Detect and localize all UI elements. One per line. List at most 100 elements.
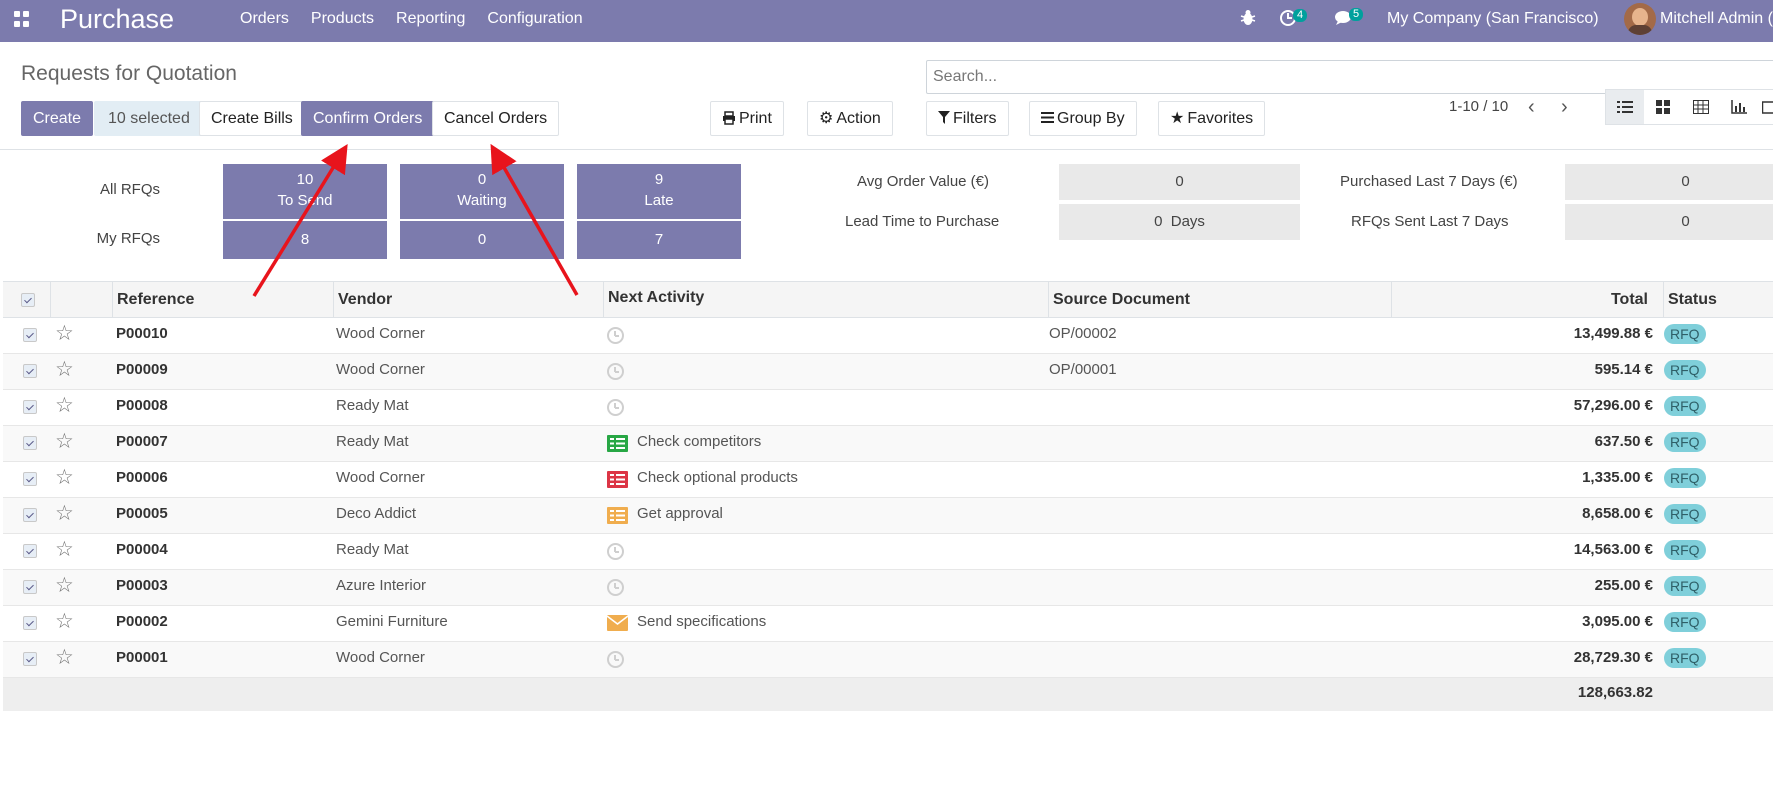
row-checkbox[interactable] bbox=[23, 652, 37, 666]
row-activity[interactable]: Send specifications bbox=[637, 606, 766, 638]
pivot-view-icon[interactable] bbox=[1682, 90, 1720, 124]
user-menu[interactable]: Mitchell Admin (d bbox=[1660, 0, 1773, 42]
group-by-button[interactable]: Group By bbox=[1029, 101, 1137, 136]
header-status[interactable]: Status bbox=[1663, 282, 1773, 318]
tile-my-late[interactable]: 7 bbox=[577, 221, 741, 259]
row-checkbox[interactable] bbox=[23, 580, 37, 594]
menu-products[interactable]: Products bbox=[311, 0, 374, 42]
clock-icon[interactable] bbox=[607, 363, 624, 380]
priority-star-icon[interactable]: ☆ bbox=[55, 430, 74, 454]
tile-late[interactable]: 9 Late bbox=[577, 164, 741, 219]
row-checkbox[interactable] bbox=[23, 436, 37, 450]
clock-icon[interactable] bbox=[607, 543, 624, 560]
priority-star-icon[interactable]: ☆ bbox=[55, 574, 74, 598]
row-reference: P00006 bbox=[116, 469, 168, 486]
tile-to-send[interactable]: 10 To Send bbox=[223, 164, 387, 219]
apps-menu-icon[interactable] bbox=[14, 11, 30, 27]
row-total: 3,095.00 € bbox=[1582, 613, 1653, 630]
header-reference[interactable]: Reference bbox=[112, 282, 334, 318]
table-row[interactable]: ☆ P00002 Gemini Furniture Send specifica… bbox=[3, 606, 1773, 642]
row-vendor: Deco Addict bbox=[336, 505, 417, 522]
print-button[interactable]: Print bbox=[710, 101, 784, 136]
status-badge: RFQ bbox=[1664, 612, 1706, 632]
pager-value[interactable]: 1-10 / 10 bbox=[1449, 98, 1508, 115]
user-avatar[interactable] bbox=[1624, 3, 1656, 35]
row-activity[interactable]: Get approval bbox=[637, 498, 723, 530]
row-checkbox[interactable] bbox=[23, 472, 37, 486]
priority-star-icon[interactable]: ☆ bbox=[55, 466, 74, 490]
filters-button[interactable]: Filters bbox=[926, 101, 1009, 136]
table-row[interactable]: ☆ P00009 Wood Corner OP/00001 595.14 € R… bbox=[3, 354, 1773, 390]
tasks-icon[interactable] bbox=[607, 471, 628, 488]
row-activity[interactable]: Check competitors bbox=[637, 426, 761, 458]
menu-orders[interactable]: Orders bbox=[240, 0, 289, 42]
table-row[interactable]: ☆ P00005 Deco Addict Get approval 8,658.… bbox=[3, 498, 1773, 534]
menu-reporting[interactable]: Reporting bbox=[396, 0, 465, 42]
kanban-view-icon[interactable] bbox=[1644, 90, 1682, 124]
tile-waiting[interactable]: 0 Waiting bbox=[400, 164, 564, 219]
row-checkbox[interactable] bbox=[23, 508, 37, 522]
status-badge: RFQ bbox=[1664, 648, 1706, 668]
priority-star-icon[interactable]: ☆ bbox=[55, 610, 74, 634]
table-row[interactable]: ☆ P00010 Wood Corner OP/00002 13,499.88 … bbox=[3, 318, 1773, 354]
row-checkbox[interactable] bbox=[23, 616, 37, 630]
tile-my-to-send[interactable]: 8 bbox=[223, 221, 387, 259]
favorites-button[interactable]: ★ Favorites bbox=[1158, 101, 1266, 136]
priority-star-icon[interactable]: ☆ bbox=[55, 322, 74, 346]
priority-star-icon[interactable]: ☆ bbox=[55, 358, 74, 382]
select-all-checkbox[interactable] bbox=[21, 293, 35, 307]
pager-next-icon[interactable]: › bbox=[1561, 96, 1568, 119]
priority-star-icon[interactable]: ☆ bbox=[55, 502, 74, 526]
clock-icon[interactable] bbox=[607, 651, 624, 668]
clock-icon[interactable] bbox=[607, 399, 624, 416]
star-icon: ★ bbox=[1170, 110, 1185, 127]
row-checkbox[interactable] bbox=[23, 328, 37, 342]
row-reference: P00008 bbox=[116, 397, 168, 414]
priority-star-icon[interactable]: ☆ bbox=[55, 538, 74, 562]
all-rfqs-label: All RFQs bbox=[100, 181, 160, 198]
tasks-icon[interactable] bbox=[607, 435, 628, 452]
clock-icon[interactable] bbox=[607, 327, 624, 344]
row-checkbox[interactable] bbox=[23, 400, 37, 414]
clock-icon[interactable] bbox=[607, 579, 624, 596]
create-button[interactable]: Create bbox=[21, 101, 94, 136]
priority-star-icon[interactable]: ☆ bbox=[55, 646, 74, 670]
action-button[interactable]: ⚙ Action bbox=[807, 101, 893, 136]
row-activity[interactable]: Check optional products bbox=[637, 462, 798, 494]
table-row[interactable]: ☆ P00008 Ready Mat 57,296.00 € RFQ bbox=[3, 390, 1773, 426]
header-total[interactable]: Total bbox=[1391, 282, 1664, 318]
app-name[interactable]: Purchase bbox=[60, 4, 174, 35]
row-checkbox[interactable] bbox=[23, 544, 37, 558]
menu-configuration[interactable]: Configuration bbox=[487, 0, 582, 42]
tasks-icon[interactable] bbox=[607, 507, 628, 524]
table-row[interactable]: ☆ P00001 Wood Corner 28,729.30 € RFQ bbox=[3, 642, 1773, 678]
confirm-orders-button[interactable]: Confirm Orders bbox=[301, 101, 435, 136]
tile-late-count: 9 bbox=[654, 171, 664, 188]
pager-previous-icon[interactable]: ‹ bbox=[1528, 96, 1535, 119]
table-row[interactable]: ☆ P00006 Wood Corner Check optional prod… bbox=[3, 462, 1773, 498]
table-row[interactable]: ☆ P00007 Ready Mat Check competitors 637… bbox=[3, 426, 1773, 462]
header-next-activity[interactable]: Next Activity bbox=[603, 282, 1049, 318]
group-by-label: Group By bbox=[1057, 110, 1125, 127]
tile-my-waiting[interactable]: 0 bbox=[400, 221, 564, 259]
tile-to-send-label: To Send bbox=[277, 192, 333, 209]
envelope-icon[interactable] bbox=[606, 615, 629, 632]
row-checkbox[interactable] bbox=[23, 364, 37, 378]
table-row[interactable]: ☆ P00004 Ready Mat 14,563.00 € RFQ bbox=[3, 534, 1773, 570]
row-reference: P00009 bbox=[116, 361, 168, 378]
status-badge: RFQ bbox=[1664, 504, 1706, 524]
filter-icon bbox=[938, 103, 950, 136]
activity-count-badge: 4 bbox=[1293, 9, 1308, 22]
header-vendor[interactable]: Vendor bbox=[333, 282, 603, 318]
table-body: ☆ P00010 Wood Corner OP/00002 13,499.88 … bbox=[3, 318, 1773, 678]
header-source-document[interactable]: Source Document bbox=[1048, 282, 1394, 318]
filters-label: Filters bbox=[953, 110, 997, 127]
list-view-icon[interactable] bbox=[1606, 90, 1644, 124]
calendar-view-icon[interactable] bbox=[1758, 90, 1773, 124]
table-row[interactable]: ☆ P00003 Azure Interior 255.00 € RFQ bbox=[3, 570, 1773, 606]
cancel-orders-button[interactable]: Cancel Orders bbox=[432, 101, 560, 136]
graph-view-icon[interactable] bbox=[1720, 90, 1758, 124]
priority-star-icon[interactable]: ☆ bbox=[55, 394, 74, 418]
company-switcher[interactable]: My Company (San Francisco) bbox=[1387, 0, 1599, 42]
create-bills-button[interactable]: Create Bills bbox=[199, 101, 305, 136]
